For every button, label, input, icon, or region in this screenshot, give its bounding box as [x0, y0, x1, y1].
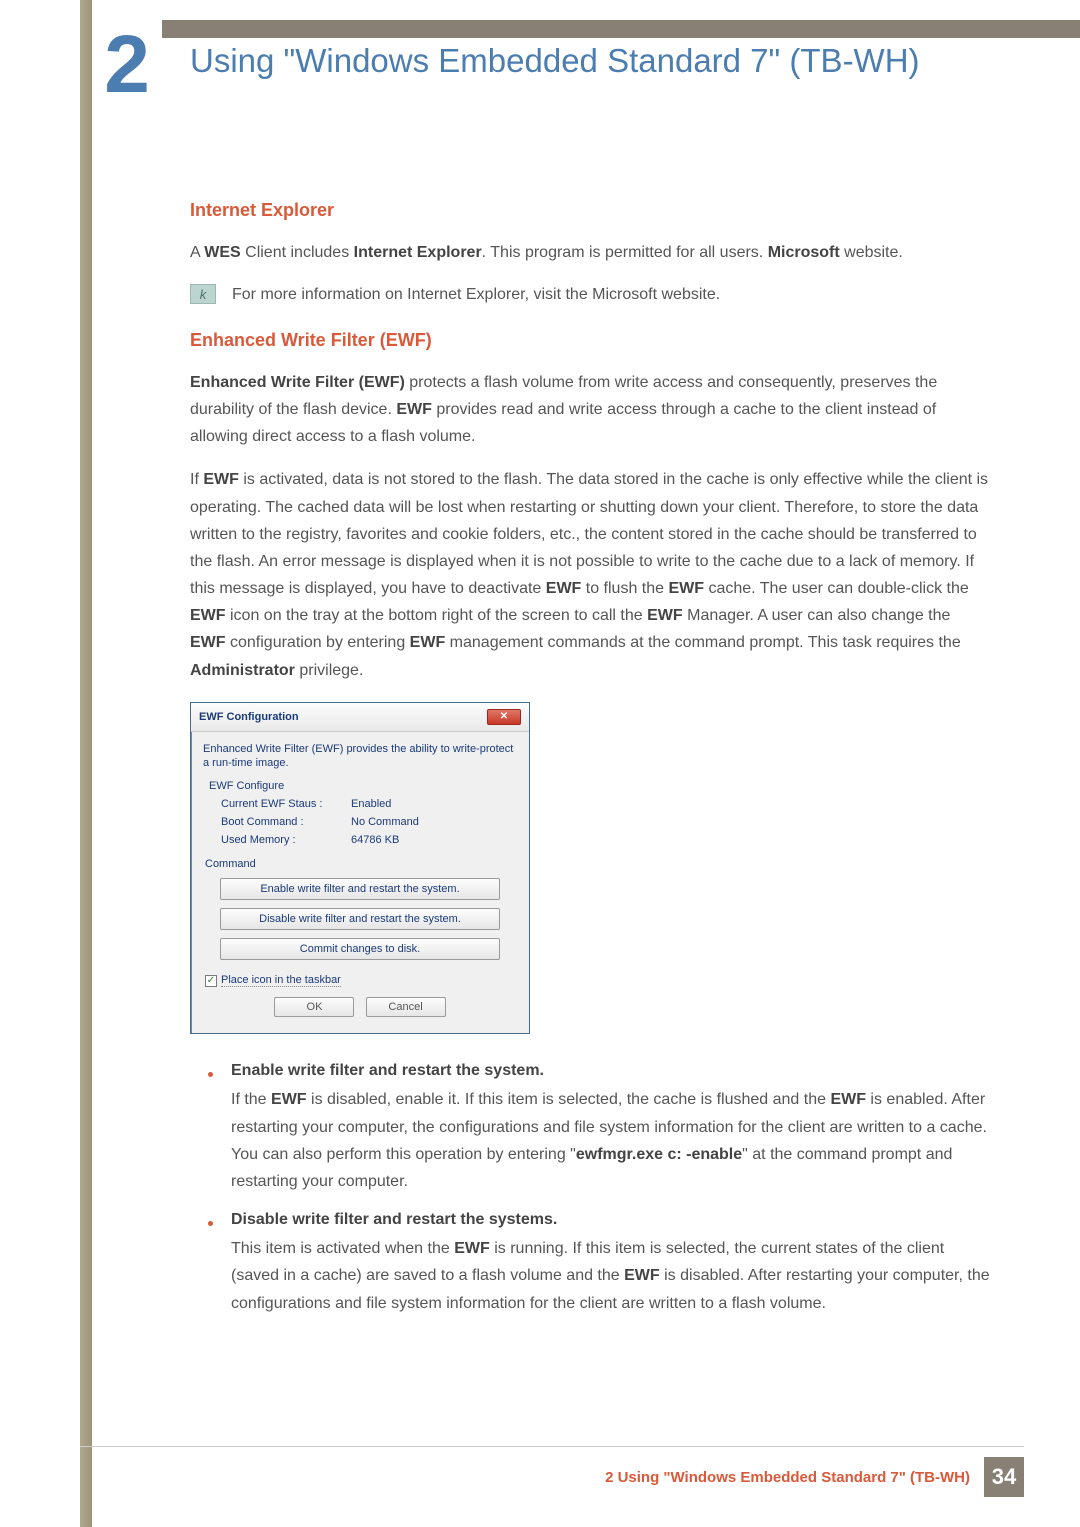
bullet-icon: [208, 1072, 213, 1077]
memory-row: Used Memory : 64786 KB: [221, 834, 517, 846]
text-bold: ewfmgr.exe c: -enable: [576, 1146, 742, 1163]
text: . This program is permitted for all user…: [482, 244, 768, 261]
dialog-body: Enhanced Write Filter (EWF) provides the…: [191, 732, 529, 1034]
status-value: Enabled: [351, 798, 391, 810]
text-bold: Internet Explorer: [354, 244, 482, 261]
configure-group-label: EWF Configure: [209, 780, 517, 792]
text: to flush the: [581, 580, 668, 597]
text-bold: EWF: [203, 471, 239, 488]
cancel-button[interactable]: Cancel: [366, 997, 446, 1017]
command-group-label: Command: [205, 858, 517, 870]
memory-label: Used Memory :: [221, 834, 351, 846]
text: This item is activated when the: [231, 1240, 454, 1257]
text-bold: EWF: [668, 580, 704, 597]
text-bold: EWF: [410, 634, 446, 651]
page-number: 34: [984, 1457, 1024, 1497]
checkbox-label: Place icon in the taskbar: [221, 974, 341, 987]
text: icon on the tray at the bottom right of …: [226, 607, 648, 624]
text: If: [190, 471, 203, 488]
side-accent-bar: [80, 0, 92, 1527]
ewf-paragraph-2: If EWF is activated, data is not stored …: [190, 466, 990, 684]
bullet-content: Disable write filter and restart the sys…: [231, 1211, 990, 1327]
ie-paragraph: A WES Client includes Internet Explorer.…: [190, 239, 990, 266]
text: is activated, data is not stored to the …: [190, 471, 988, 597]
bullet-disable: Disable write filter and restart the sys…: [208, 1211, 990, 1327]
chapter-number: 2: [104, 24, 150, 106]
dialog-button-row: OK Cancel: [203, 997, 517, 1017]
info-note: k For more information on Internet Explo…: [190, 282, 990, 308]
text-bold: Microsoft: [768, 244, 840, 261]
text-bold: EWF: [396, 401, 432, 418]
text-bold: EWF: [647, 607, 683, 624]
bullet-body: This item is activated when the EWF is r…: [231, 1235, 990, 1317]
note-text: For more information on Internet Explore…: [232, 282, 720, 308]
bullet-heading: Disable write filter and restart the sys…: [231, 1211, 990, 1229]
boot-label: Boot Command :: [221, 816, 351, 828]
text: A: [190, 244, 204, 261]
status-row: Current EWF Staus : Enabled: [221, 798, 517, 810]
footer-text: 2 Using "Windows Embedded Standard 7" (T…: [605, 1469, 970, 1486]
header-bar: [92, 20, 1080, 38]
page-content: Internet Explorer A WES Client includes …: [190, 190, 990, 1333]
chapter-badge: 2: [92, 20, 162, 110]
dialog-description: Enhanced Write Filter (EWF) provides the…: [203, 742, 517, 771]
text-bold: EWF: [624, 1267, 660, 1284]
dialog-titlebar: EWF Configuration ✕: [191, 703, 529, 732]
text-bold: WES: [204, 244, 240, 261]
boot-value: No Command: [351, 816, 419, 828]
memory-value: 64786 KB: [351, 834, 399, 846]
text-bold: EWF: [454, 1240, 490, 1257]
text-bold: EWF: [271, 1091, 307, 1108]
boot-row: Boot Command : No Command: [221, 816, 517, 828]
ok-button[interactable]: OK: [274, 997, 354, 1017]
text: configuration by entering: [226, 634, 410, 651]
text: Manager. A user can also change the: [683, 607, 951, 624]
footer-rule: [80, 1446, 1024, 1447]
chapter-title: Using "Windows Embedded Standard 7" (TB-…: [190, 40, 1000, 83]
bullet-enable: Enable write filter and restart the syst…: [208, 1062, 990, 1205]
bullet-icon: [208, 1221, 213, 1226]
text-bold: Administrator: [190, 662, 295, 679]
dialog-title-text: EWF Configuration: [199, 711, 299, 723]
text: is disabled, enable it. If this item is …: [307, 1091, 831, 1108]
checkbox-icon[interactable]: ✓: [205, 975, 217, 987]
section-heading-ie: Internet Explorer: [190, 200, 990, 221]
note-icon: k: [190, 284, 216, 304]
text: If the: [231, 1091, 271, 1108]
disable-filter-button[interactable]: Disable write filter and restart the sys…: [220, 908, 500, 930]
text: privilege.: [295, 662, 363, 679]
status-label: Current EWF Staus :: [221, 798, 351, 810]
commit-changes-button[interactable]: Commit changes to disk.: [220, 938, 500, 960]
bullet-content: Enable write filter and restart the syst…: [231, 1062, 990, 1205]
text: Client includes: [241, 244, 354, 261]
bullet-body: If the EWF is disabled, enable it. If th…: [231, 1086, 990, 1195]
text-bold: Enhanced Write Filter (EWF): [190, 374, 405, 391]
command-group: Command Enable write filter and restart …: [203, 858, 517, 960]
text-bold: EWF: [830, 1091, 866, 1108]
ewf-config-dialog: EWF Configuration ✕ Enhanced Write Filte…: [190, 702, 530, 1035]
page-footer: 2 Using "Windows Embedded Standard 7" (T…: [605, 1457, 1024, 1497]
text-bold: EWF: [190, 634, 226, 651]
text-bold: EWF: [546, 580, 582, 597]
close-icon[interactable]: ✕: [487, 709, 521, 725]
text: website.: [840, 244, 903, 261]
ewf-paragraph-1: Enhanced Write Filter (EWF) protects a f…: [190, 369, 990, 451]
text: cache. The user can double-click the: [704, 580, 969, 597]
text-bold: EWF: [190, 607, 226, 624]
bullet-heading: Enable write filter and restart the syst…: [231, 1062, 990, 1080]
enable-filter-button[interactable]: Enable write filter and restart the syst…: [220, 878, 500, 900]
text: management commands at the command promp…: [445, 634, 961, 651]
taskbar-icon-checkbox-row[interactable]: ✓ Place icon in the taskbar: [205, 974, 517, 987]
section-heading-ewf: Enhanced Write Filter (EWF): [190, 330, 990, 351]
